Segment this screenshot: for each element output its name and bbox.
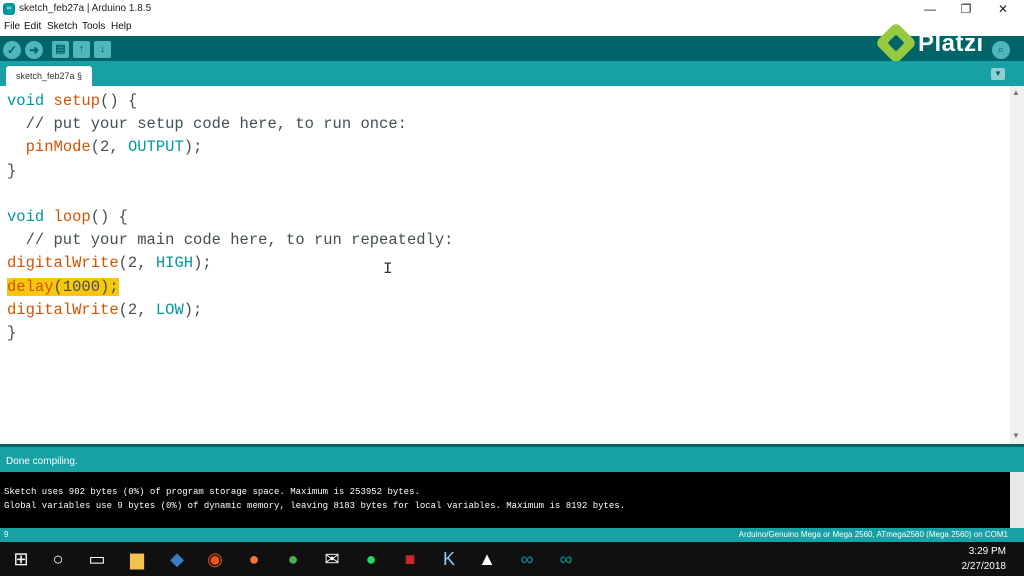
mail-icon[interactable]: ✉	[319, 546, 345, 572]
clock-date[interactable]: 2/27/2018	[962, 561, 1007, 572]
code-token: void	[7, 208, 45, 226]
code-line: // put your setup code here, to run once…	[7, 113, 407, 136]
arduino-taskbar-icon[interactable]: ∞	[514, 546, 540, 572]
tabs-bar	[0, 61, 1024, 86]
code-token: pinMode	[25, 138, 91, 157]
menu-tools[interactable]: Tools	[82, 21, 105, 32]
tab-sketch[interactable]: sketch_feb27a §	[6, 66, 92, 86]
code-line: digitalWrite(2, HIGH);	[7, 252, 212, 275]
title-bar	[0, 0, 1024, 18]
arduino-icon: ∞	[3, 3, 15, 15]
verify-icon[interactable]: ✓	[3, 41, 21, 59]
new-icon[interactable]: ▤	[52, 41, 69, 58]
code-token: HIGH	[155, 254, 194, 273]
text-cursor-icon: I	[383, 260, 393, 278]
upload-icon[interactable]: ➜	[25, 41, 43, 59]
tab-menu-icon[interactable]: ▼	[991, 68, 1005, 80]
restore-button[interactable]: ❐	[948, 0, 984, 18]
menu-file[interactable]: File	[4, 21, 20, 32]
code-token: LOW	[155, 300, 184, 319]
code-token: // put your setup code here, to run once…	[7, 115, 407, 134]
code-token: delay	[7, 277, 54, 296]
code-token: (2,	[118, 254, 156, 273]
python-icon[interactable]: ◆	[164, 546, 190, 572]
task-view-icon[interactable]: ▭	[84, 546, 110, 572]
app-k-icon[interactable]: K	[436, 546, 462, 572]
menu-help[interactable]: Help	[111, 21, 132, 32]
status-message: Done compiling.	[6, 456, 78, 467]
code-token: (1000);	[53, 277, 119, 296]
menu-edit[interactable]: Edit	[24, 21, 41, 32]
code-token: digitalWrite	[7, 254, 119, 273]
console-line: Global variables use 9 bytes (0%) of dyn…	[4, 501, 626, 511]
menu-sketch[interactable]: Sketch	[47, 21, 78, 32]
code-token: void	[7, 92, 45, 110]
menu-bar	[0, 18, 1024, 36]
board-info: Arduino/Genuino Mega or Mega 2560, ATmeg…	[738, 530, 1008, 539]
scroll-down-icon[interactable]: ▼	[1012, 431, 1020, 440]
file-explorer-icon[interactable]: ▆	[124, 546, 150, 572]
open-icon[interactable]: ↑	[73, 41, 90, 58]
code-line: void loop() {	[7, 206, 128, 229]
editor-scrollbar[interactable]	[1010, 86, 1024, 444]
serial-monitor-icon[interactable]: ⌕	[992, 41, 1010, 59]
code-token: );	[193, 254, 212, 273]
code-token: // put your main code here, to run repea…	[7, 231, 454, 250]
code-token: OUTPUT	[127, 138, 184, 157]
window-title: sketch_feb27a | Arduino 1.8.5	[19, 3, 152, 14]
code-line: delay(1000);	[7, 276, 119, 299]
cortana-icon[interactable]: ○	[45, 546, 71, 572]
output-console	[0, 472, 1010, 528]
toolbar	[0, 36, 1024, 61]
code-token: }	[7, 161, 17, 180]
code-token: () {	[90, 208, 128, 226]
console-scrollbar[interactable]	[1010, 472, 1024, 528]
windows-start-icon[interactable]: ⊞	[8, 546, 34, 572]
code-token: loop	[53, 208, 91, 226]
code-line: // put your main code here, to run repea…	[7, 229, 454, 252]
code-token: setup	[53, 92, 101, 110]
status-bar	[0, 444, 1024, 472]
line-number: 9	[4, 530, 9, 539]
code-line: digitalWrite(2, LOW);	[7, 299, 202, 322]
code-line: void setup() {	[7, 90, 137, 113]
ubuntu-icon[interactable]: ◉	[202, 546, 228, 572]
photos-icon[interactable]: ▲	[474, 546, 500, 572]
platzi-watermark: Platzi	[918, 30, 984, 57]
windows-taskbar	[0, 542, 1024, 576]
clock-time[interactable]: 3:29 PM	[969, 546, 1006, 557]
console-line: Sketch uses 902 bytes (0%) of program st…	[4, 487, 420, 497]
spotify-icon[interactable]: ●	[358, 546, 384, 572]
code-token: );	[183, 300, 203, 319]
code-token: );	[183, 138, 203, 157]
code-token: (2,	[118, 300, 156, 319]
code-line: }	[7, 322, 16, 345]
code-line: }	[7, 160, 16, 183]
save-icon[interactable]: ↓	[94, 41, 111, 58]
close-button[interactable]: ✕	[985, 0, 1021, 18]
scroll-up-icon[interactable]: ▲	[1012, 88, 1020, 97]
code-token: }	[7, 324, 17, 342]
code-token: () {	[100, 92, 138, 110]
app-red-icon[interactable]: ■	[397, 546, 423, 572]
minimize-button[interactable]: —	[912, 0, 948, 18]
code-line: pinMode(2, OUTPUT);	[7, 136, 203, 159]
code-token: digitalWrite	[7, 300, 119, 319]
code-token: (2,	[90, 138, 128, 157]
firefox-icon[interactable]: ●	[241, 546, 267, 572]
arduino-taskbar-icon-2[interactable]: ∞	[553, 546, 579, 572]
chrome-icon[interactable]: ●	[280, 546, 306, 572]
